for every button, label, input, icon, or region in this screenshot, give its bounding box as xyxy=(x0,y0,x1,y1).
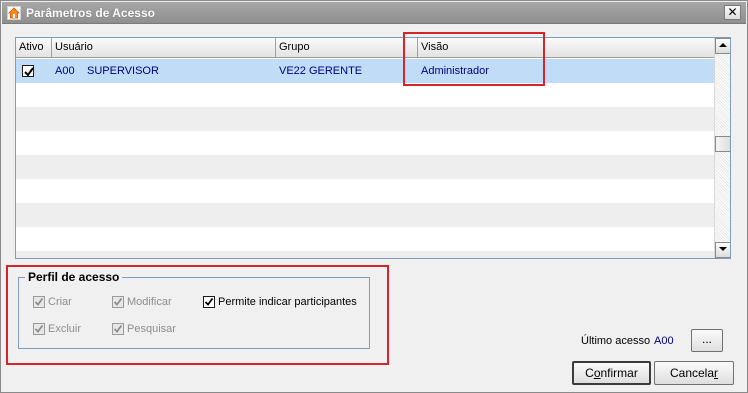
empty-row xyxy=(16,83,714,107)
grid-rows: A00 SUPERVISOR VE22 GERENTE Administrado… xyxy=(16,59,714,258)
confirm-button[interactable]: Confirmar xyxy=(572,361,651,385)
scroll-thumb[interactable] xyxy=(715,136,730,152)
app-icon xyxy=(7,6,21,20)
column-header-visao[interactable]: Visão xyxy=(418,38,714,58)
confirm-label-pre: C xyxy=(585,366,594,380)
row-visao: Administrador xyxy=(421,65,489,77)
empty-row xyxy=(16,179,714,203)
ultimo-acesso-value: A00 xyxy=(654,335,674,347)
row-active-checkbox[interactable] xyxy=(22,65,34,77)
modificar-check-box[interactable] xyxy=(112,296,124,308)
check-icon xyxy=(204,297,214,306)
check-icon xyxy=(34,297,44,306)
check-icon xyxy=(113,297,123,306)
empty-row xyxy=(16,251,714,258)
scroll-down-button[interactable] xyxy=(715,242,730,258)
empty-row xyxy=(16,131,714,155)
cancel-accelerator: r xyxy=(714,366,719,380)
row-user: SUPERVISOR xyxy=(87,65,159,77)
scroll-up-button[interactable] xyxy=(715,38,730,54)
row-group: VE22 GERENTE xyxy=(279,65,363,77)
ultimo-acesso-more-button[interactable]: ... xyxy=(691,329,723,352)
vertical-scrollbar[interactable] xyxy=(714,38,730,258)
excluir-label: Excluir xyxy=(48,323,82,335)
cancel-button[interactable]: Cancelar xyxy=(654,361,734,385)
column-header-grupo[interactable]: Grupo xyxy=(276,38,418,58)
modificar-label: Modificar xyxy=(127,296,172,308)
dialog-window: Parâmetros de Acesso ✕ Ativo Usuário Gru… xyxy=(0,0,748,393)
arrow-down-icon xyxy=(719,247,727,251)
criar-check-box[interactable] xyxy=(33,296,45,308)
perfil-acesso-legend: Perfil de acesso xyxy=(25,270,123,284)
users-grid[interactable]: Ativo Usuário Grupo Visão A00 SUPERVISOR… xyxy=(15,37,731,259)
perfil-acesso-group: Perfil de acesso Criar Modificar Permite… xyxy=(18,270,370,349)
check-icon xyxy=(34,324,44,333)
check-icon xyxy=(24,67,34,77)
criar-label: Criar xyxy=(48,296,72,308)
arrow-up-icon xyxy=(719,43,727,47)
pesquisar-label: Pesquisar xyxy=(127,323,176,335)
permite-indicar-check-box[interactable] xyxy=(203,296,215,308)
cancel-label-pre: Cancela xyxy=(669,366,715,380)
empty-row xyxy=(16,107,714,131)
empty-row xyxy=(16,203,714,227)
column-header-usuario[interactable]: Usuário xyxy=(52,38,276,58)
close-button[interactable]: ✕ xyxy=(724,5,741,20)
confirm-accelerator: o xyxy=(593,366,601,380)
empty-row xyxy=(16,155,714,179)
excluir-check-box[interactable] xyxy=(33,323,45,335)
window-title: Parâmetros de Acesso xyxy=(26,6,155,20)
permite-indicar-label: Permite indicar participantes xyxy=(218,296,357,308)
grid-header: Ativo Usuário Grupo Visão xyxy=(16,38,714,58)
empty-row xyxy=(16,227,714,251)
table-row[interactable]: A00 SUPERVISOR VE22 GERENTE Administrado… xyxy=(16,59,714,83)
close-icon: ✕ xyxy=(727,5,738,19)
title-bar[interactable]: Parâmetros de Acesso ✕ xyxy=(2,2,746,24)
ultimo-acesso-label: Último acesso xyxy=(581,335,651,347)
column-header-ativo[interactable]: Ativo xyxy=(16,38,52,58)
row-code: A00 xyxy=(55,65,75,77)
confirm-label-post: nfirmar xyxy=(600,366,638,380)
check-icon xyxy=(113,324,123,333)
pesquisar-check-box[interactable] xyxy=(112,323,124,335)
